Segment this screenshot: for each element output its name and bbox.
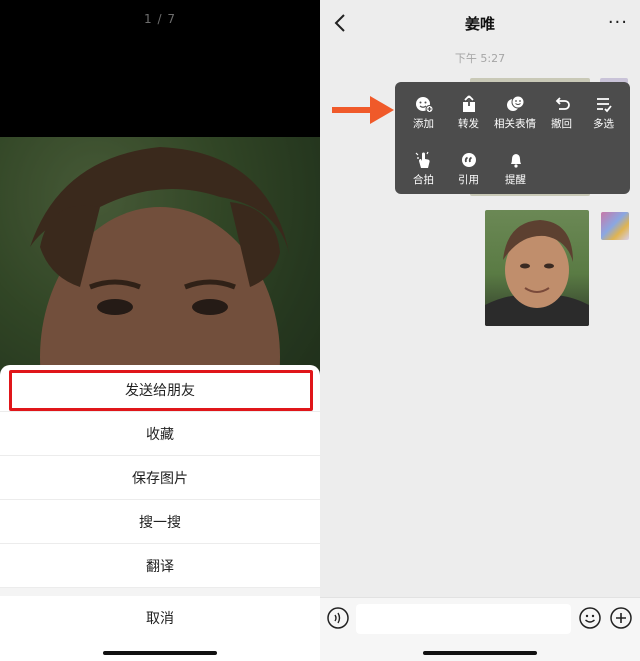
face-thumbnail bbox=[485, 220, 589, 326]
more-icon[interactable]: ··· bbox=[608, 12, 628, 33]
avatar[interactable] bbox=[601, 212, 629, 240]
recall-icon bbox=[555, 97, 570, 110]
menu-label: 转发 bbox=[458, 118, 479, 130]
menu-item-quote[interactable]: 引用 bbox=[445, 142, 492, 192]
image-message[interactable] bbox=[485, 210, 589, 326]
annotation-arrow-icon bbox=[332, 96, 394, 124]
message-input[interactable] bbox=[356, 604, 571, 634]
image-viewer: 1 / 7 发送给朋友 收藏 保存图片 搜一搜 翻译 取消 bbox=[0, 0, 320, 661]
voice-icon[interactable] bbox=[326, 606, 350, 630]
remind-icon bbox=[510, 154, 521, 168]
save-image-button[interactable]: 保存图片 bbox=[0, 456, 320, 500]
home-indicator bbox=[423, 651, 537, 655]
send-to-friend-button[interactable]: 发送给朋友 bbox=[0, 368, 320, 412]
translate-button[interactable]: 翻译 bbox=[0, 544, 320, 588]
related-stickers-icon bbox=[507, 95, 525, 111]
emoji-icon[interactable] bbox=[578, 606, 602, 630]
input-bar bbox=[320, 597, 640, 661]
menu-item-related-stickers[interactable]: 相关表情 bbox=[489, 86, 541, 136]
pat-icon bbox=[415, 151, 430, 168]
menu-label: 相关表情 bbox=[494, 118, 536, 130]
menu-item-recall[interactable]: 撤回 bbox=[538, 86, 585, 136]
add-sticker-icon bbox=[415, 97, 433, 113]
plus-icon[interactable] bbox=[609, 606, 633, 630]
action-sheet: 发送给朋友 收藏 保存图片 搜一搜 翻译 取消 bbox=[0, 365, 320, 661]
multi-select-icon bbox=[596, 98, 612, 113]
menu-item-remind[interactable]: 提醒 bbox=[492, 142, 539, 192]
sheet-divider bbox=[0, 588, 320, 596]
menu-item-pat[interactable]: 合拍 bbox=[400, 142, 447, 192]
menu-label: 引用 bbox=[458, 174, 479, 186]
message-time: 下午 5:27 bbox=[454, 52, 506, 65]
menu-label: 提醒 bbox=[505, 174, 526, 186]
menu-label: 撤回 bbox=[551, 118, 572, 130]
forward-icon bbox=[462, 95, 475, 112]
quote-icon bbox=[461, 153, 476, 167]
image-counter: 1 / 7 bbox=[144, 12, 176, 26]
nav-bar: 姜唯 ··· bbox=[320, 0, 640, 46]
cancel-button[interactable]: 取消 bbox=[0, 596, 320, 640]
home-indicator bbox=[103, 651, 217, 655]
menu-label: 合拍 bbox=[413, 174, 434, 186]
menu-item-forward[interactable]: 转发 bbox=[445, 86, 492, 136]
menu-label: 多选 bbox=[593, 118, 614, 130]
long-press-menu: 添加 转发 相关表情 撤回 多选 合拍 引用 提醒 bbox=[395, 82, 630, 194]
menu-item-multi-select[interactable]: 多选 bbox=[580, 86, 627, 136]
chat-title: 姜唯 bbox=[464, 15, 495, 33]
menu-item-add[interactable]: 添加 bbox=[400, 86, 447, 136]
favorite-button[interactable]: 收藏 bbox=[0, 412, 320, 456]
search-button[interactable]: 搜一搜 bbox=[0, 500, 320, 544]
menu-label: 添加 bbox=[413, 118, 434, 130]
